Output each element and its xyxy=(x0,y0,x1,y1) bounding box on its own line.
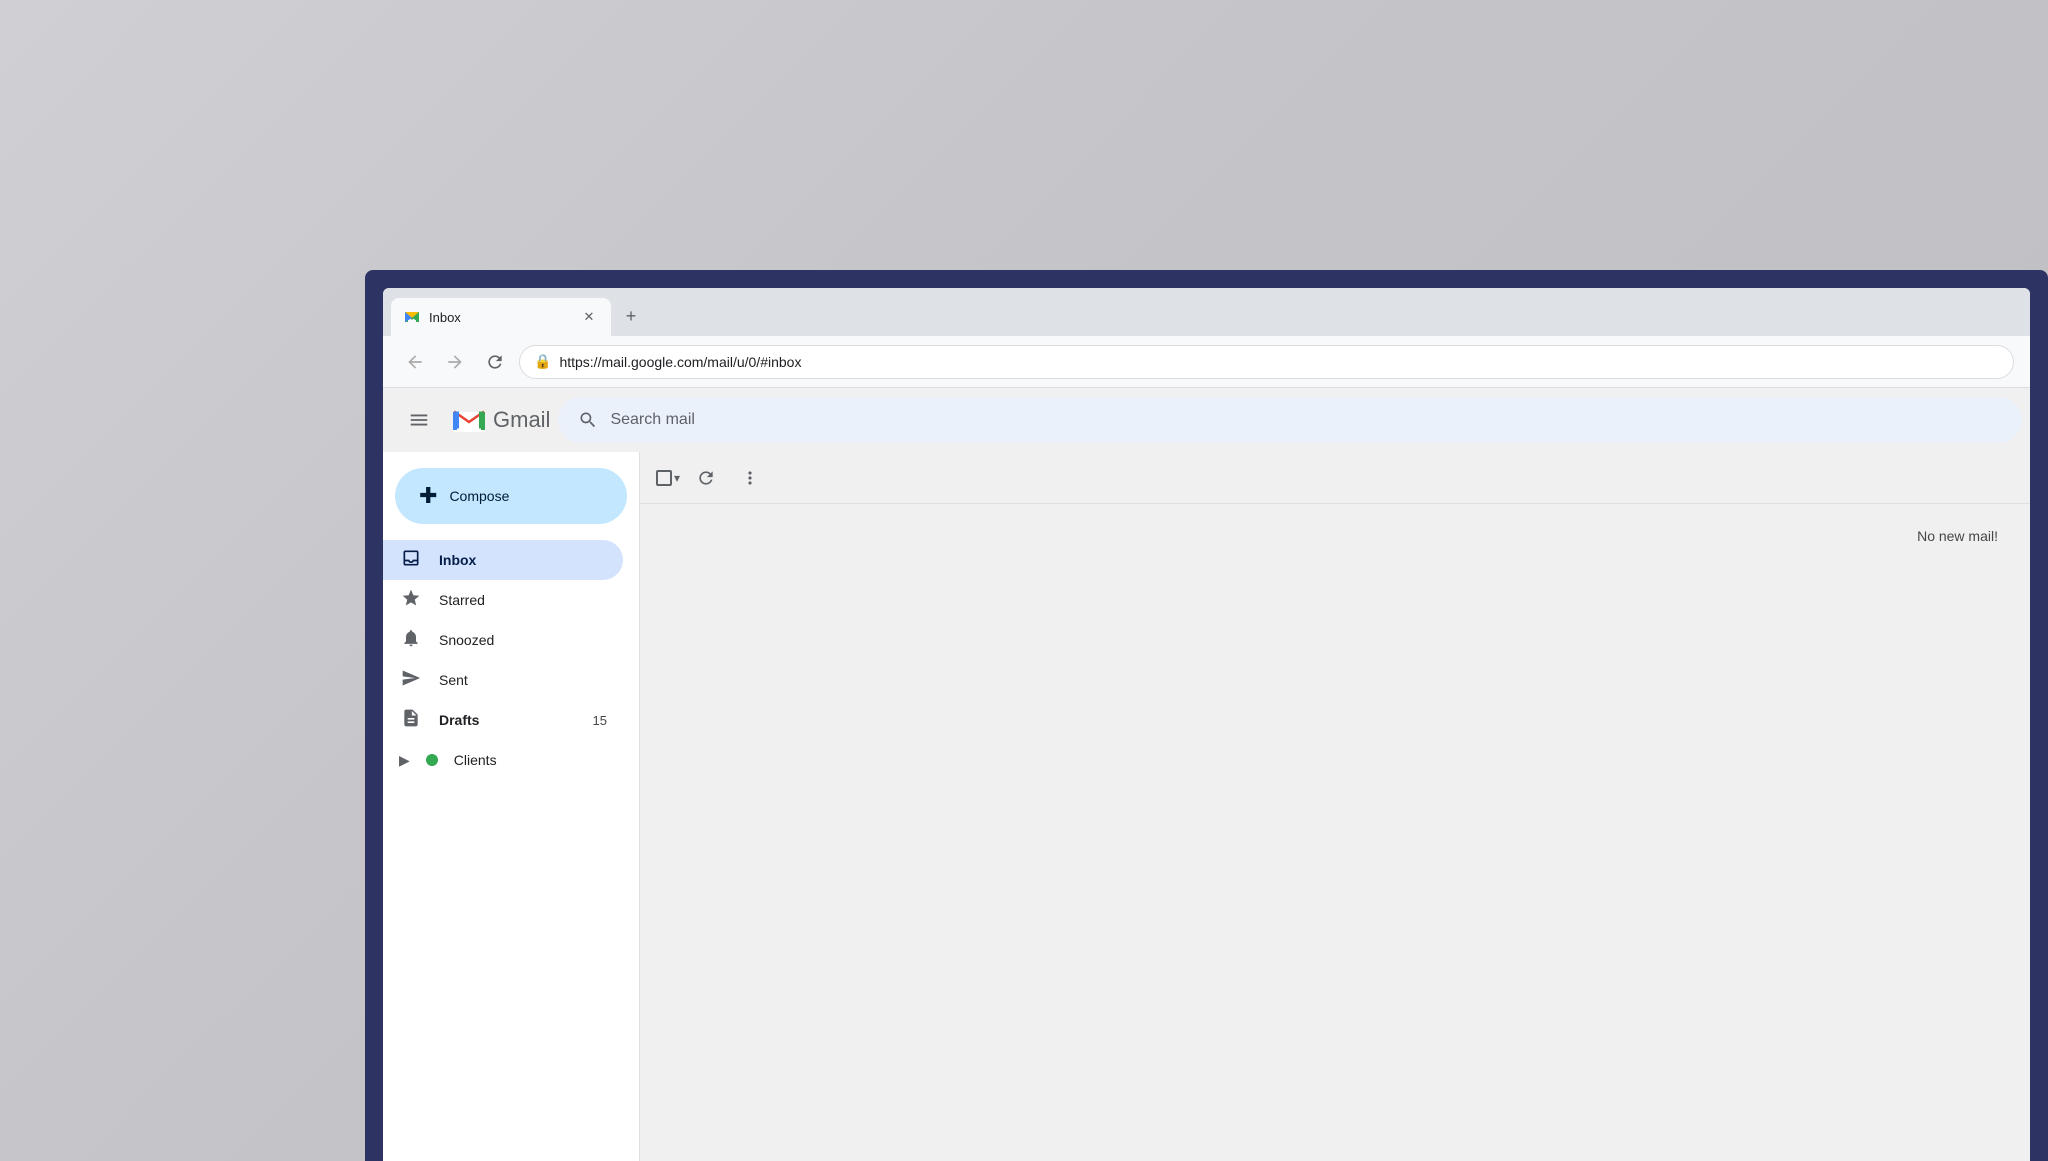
right-panel: ▾ xyxy=(639,452,2030,1161)
sidebar: ✚ Compose Inbox xyxy=(383,452,639,1161)
drafts-count: 15 xyxy=(593,713,607,728)
drafts-label: Drafts xyxy=(439,712,577,728)
desktop: Inbox ✕ + xyxy=(0,0,2048,1161)
address-bar: 🔒 https://mail.google.com/mail/u/0/#inbo… xyxy=(383,336,2030,388)
clients-label: Clients xyxy=(454,752,607,768)
select-all-checkbox[interactable] xyxy=(656,470,672,486)
sent-label: Sent xyxy=(439,672,607,688)
gmail-app: Gmail Search mail ✚ xyxy=(383,388,2030,1161)
gmail-m-logo xyxy=(451,406,487,434)
gmail-logo: Gmail xyxy=(451,406,550,434)
snoozed-label: Snoozed xyxy=(439,632,607,648)
starred-label: Starred xyxy=(439,592,607,608)
search-bar[interactable]: Search mail xyxy=(558,397,2022,443)
gmail-wordmark: Gmail xyxy=(493,407,550,433)
forward-button[interactable] xyxy=(439,346,471,378)
toolbar: ▾ xyxy=(640,452,2030,504)
hamburger-icon xyxy=(408,409,430,431)
search-placeholder-text: Search mail xyxy=(610,411,694,429)
more-options-button[interactable] xyxy=(732,460,768,496)
clients-dot-icon xyxy=(426,754,438,766)
tab-favicon-gmail xyxy=(403,308,421,326)
more-vert-icon xyxy=(740,468,760,488)
search-icon xyxy=(578,410,598,430)
refresh-button[interactable] xyxy=(688,460,724,496)
reload-icon xyxy=(485,352,505,372)
tab-title: Inbox xyxy=(429,310,571,325)
browser-tab-inbox[interactable]: Inbox ✕ xyxy=(391,298,611,336)
empty-inbox-area: No new mail! xyxy=(640,504,2030,1161)
sidebar-item-clients[interactable]: ▶ Clients xyxy=(383,740,623,780)
drafts-icon xyxy=(399,708,423,733)
back-button[interactable] xyxy=(399,346,431,378)
sidebar-item-snoozed[interactable]: Snoozed xyxy=(383,620,623,660)
gmail-header: Gmail Search mail xyxy=(383,388,2030,452)
compose-plus-icon: ✚ xyxy=(419,483,437,509)
sidebar-item-starred[interactable]: Starred xyxy=(383,580,623,620)
sent-icon xyxy=(399,668,423,693)
monitor-bezel: Inbox ✕ + xyxy=(365,270,2048,1161)
inbox-label: Inbox xyxy=(439,552,607,568)
forward-icon xyxy=(445,352,465,372)
menu-button[interactable] xyxy=(399,400,439,440)
browser-window: Inbox ✕ + xyxy=(383,288,2030,1161)
url-text: https://mail.google.com/mail/u/0/#inbox xyxy=(559,354,801,370)
back-icon xyxy=(405,352,425,372)
tab-bar: Inbox ✕ + xyxy=(383,288,2030,336)
no-new-mail-text: No new mail! xyxy=(1917,528,1998,544)
compose-button[interactable]: ✚ Compose xyxy=(395,468,627,524)
tab-close-button[interactable]: ✕ xyxy=(579,307,599,327)
sidebar-item-drafts[interactable]: Drafts 15 xyxy=(383,700,623,740)
lock-icon: 🔒 xyxy=(534,353,551,370)
select-dropdown-icon[interactable]: ▾ xyxy=(674,471,680,485)
compose-label: Compose xyxy=(449,488,509,504)
gmail-body: ✚ Compose Inbox xyxy=(383,452,2030,1161)
new-tab-button[interactable]: + xyxy=(615,300,647,332)
snoozed-icon xyxy=(399,628,423,653)
inbox-icon xyxy=(399,548,423,573)
select-all-wrapper[interactable]: ▾ xyxy=(656,470,680,486)
sidebar-item-sent[interactable]: Sent xyxy=(383,660,623,700)
reload-button[interactable] xyxy=(479,346,511,378)
sidebar-item-inbox[interactable]: Inbox xyxy=(383,540,623,580)
clients-chevron-icon: ▶ xyxy=(399,752,410,769)
url-bar[interactable]: 🔒 https://mail.google.com/mail/u/0/#inbo… xyxy=(519,345,2014,379)
refresh-icon xyxy=(696,468,716,488)
starred-icon xyxy=(399,588,423,613)
